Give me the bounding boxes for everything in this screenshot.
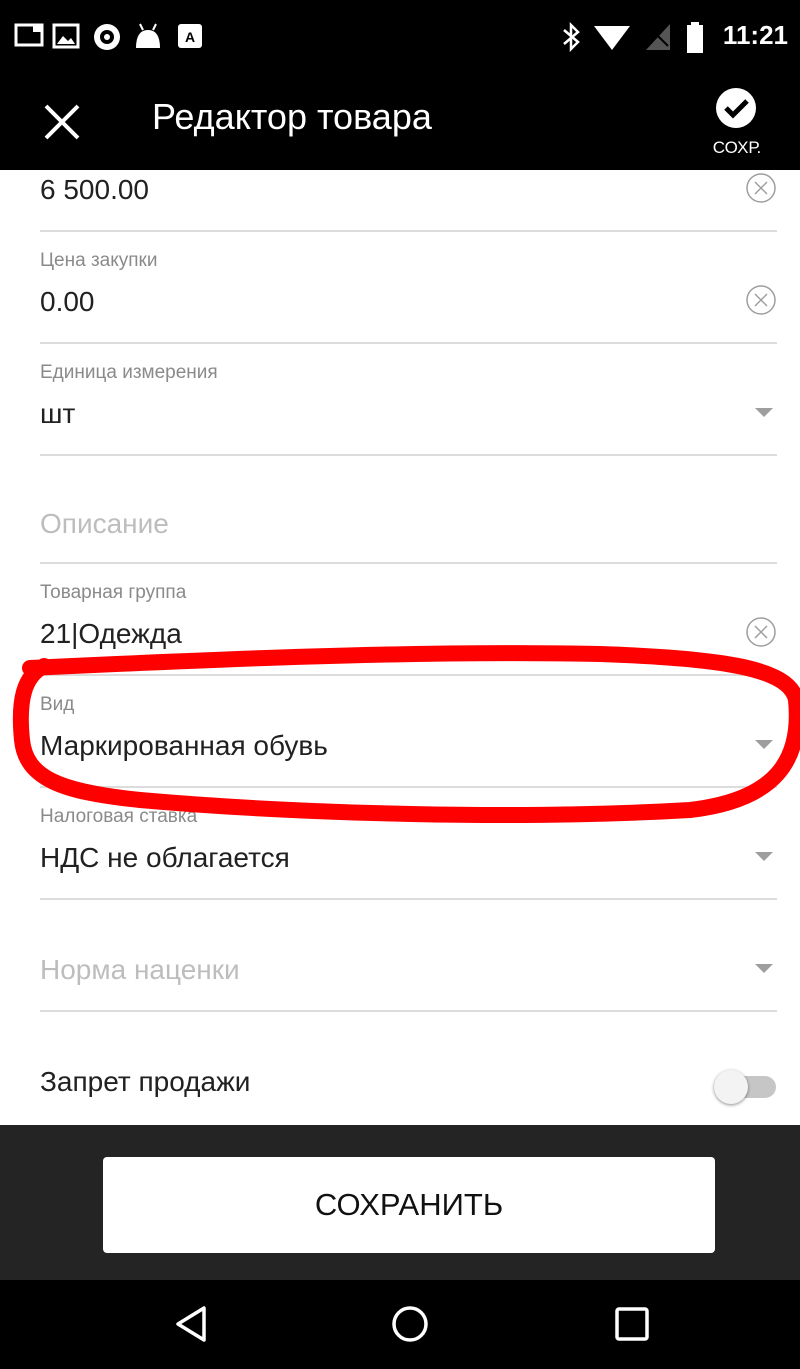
description-placeholder[interactable]: Описание <box>40 508 169 540</box>
save-button[interactable]: СОХРАНИТЬ <box>103 1157 715 1253</box>
close-icon[interactable] <box>40 100 84 144</box>
navigation-bar <box>0 1280 800 1369</box>
unit-field[interactable]: Единица измерения шт <box>40 344 777 456</box>
signal-off-icon <box>646 24 670 50</box>
price-field[interactable]: 6 500.00 <box>40 170 777 232</box>
keyboard-icon: A <box>178 24 202 48</box>
product-group-field[interactable]: Товарная группа 21|Одежда <box>40 564 777 676</box>
home-icon[interactable] <box>390 1304 430 1344</box>
status-time: 11:21 <box>722 20 788 50</box>
clear-icon[interactable] <box>745 172 777 204</box>
unit-label: Единица измерения <box>40 362 218 383</box>
save-action-button[interactable]: СОХР. <box>706 82 766 166</box>
sale-ban-label: Запрет продажи <box>40 1066 251 1097</box>
back-icon[interactable] <box>172 1304 212 1344</box>
save-action-label: СОХР. <box>712 138 762 157</box>
bottom-panel: СОХРАНИТЬ <box>0 1125 800 1280</box>
check-circle-icon <box>716 88 756 128</box>
svg-text:A: A <box>185 29 195 45</box>
wifi-icon <box>594 26 630 50</box>
product-group-value[interactable]: 21|Одежда <box>40 618 182 650</box>
kind-label: Вид <box>40 694 75 715</box>
unit-value[interactable]: шт <box>40 398 75 430</box>
bluetooth-icon <box>563 22 580 52</box>
battery-icon <box>687 22 703 53</box>
product-group-label: Товарная группа <box>40 582 187 603</box>
markup-field[interactable]: Норма наценки <box>40 900 777 1012</box>
tax-rate-field[interactable]: Налоговая ставка НДС не облагается <box>40 788 777 900</box>
app-circle-icon <box>94 24 120 50</box>
chevron-down-icon[interactable] <box>755 740 773 749</box>
chevron-down-icon[interactable] <box>755 964 773 973</box>
description-field[interactable]: Описание <box>40 456 777 564</box>
status-bar: A 11:21 <box>0 0 800 72</box>
clear-icon[interactable] <box>745 616 777 648</box>
price-value[interactable]: 6 500.00 <box>40 174 149 206</box>
kind-value[interactable]: Маркированная обувь <box>40 730 328 762</box>
app-bar: Редактор товара СОХР. <box>0 72 800 170</box>
markup-placeholder[interactable]: Норма наценки <box>40 954 240 986</box>
sale-ban-toggle[interactable] <box>714 1066 778 1104</box>
recents-icon[interactable] <box>612 1304 652 1344</box>
purchase-price-label: Цена закупки <box>40 250 158 271</box>
image-icon <box>52 23 80 49</box>
clear-icon[interactable] <box>745 284 777 316</box>
toggle-thumb <box>714 1070 748 1104</box>
android-icon <box>136 23 160 48</box>
purchase-price-value[interactable]: 0.00 <box>40 286 95 318</box>
tax-rate-value[interactable]: НДС не облагается <box>40 842 290 874</box>
chevron-down-icon[interactable] <box>755 408 773 417</box>
tax-rate-label: Налоговая ставка <box>40 806 198 827</box>
page-title: Редактор товара <box>152 96 432 137</box>
purchase-price-field[interactable]: Цена закупки 0.00 <box>40 232 777 344</box>
kind-field[interactable]: Вид Маркированная обувь <box>40 676 777 788</box>
cast-icon <box>14 23 44 47</box>
chevron-down-icon[interactable] <box>755 852 773 861</box>
